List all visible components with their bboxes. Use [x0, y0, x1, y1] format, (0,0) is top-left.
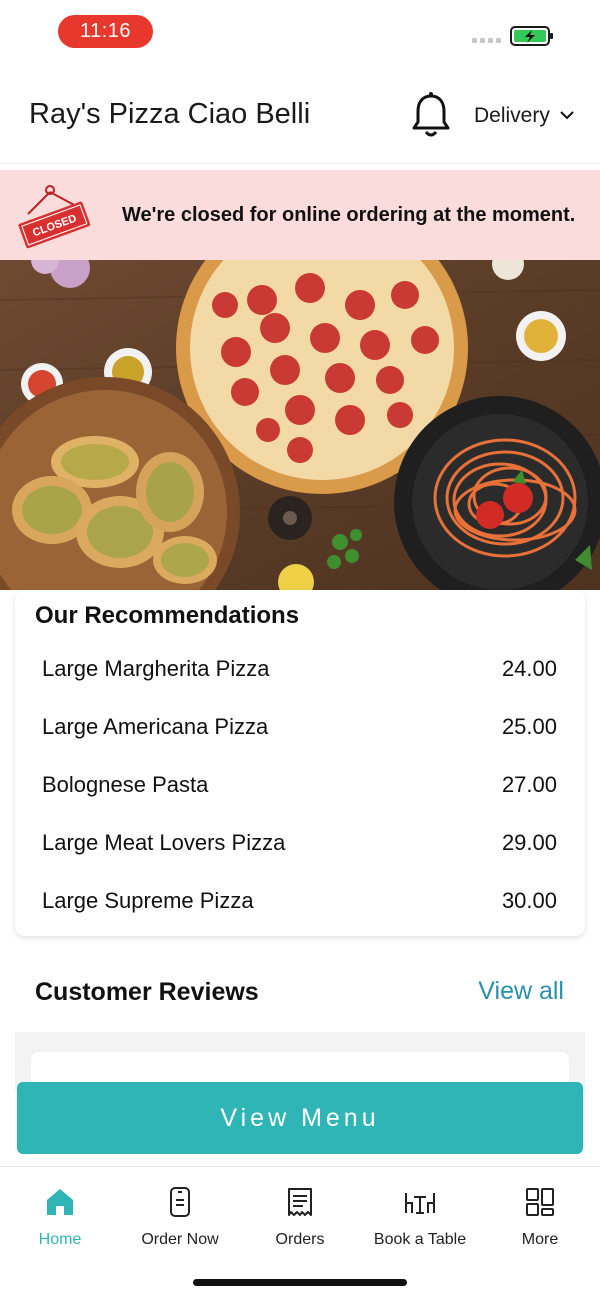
item-name: Large Meat Lovers Pizza: [42, 830, 286, 855]
item-name: Large Supreme Pizza: [42, 888, 254, 913]
tab-orders[interactable]: Orders: [240, 1185, 360, 1255]
tab-more[interactable]: More: [480, 1185, 600, 1255]
recommendations-title: Our Recommendations: [35, 602, 300, 629]
hero-food-image: [0, 260, 600, 590]
tab-order-now[interactable]: Order Now: [120, 1185, 240, 1255]
view-menu-button[interactable]: View Menu: [17, 1082, 583, 1154]
recommendation-item[interactable]: Large Meat Lovers Pizza 29.00: [15, 822, 585, 862]
closed-message: We're closed for online ordering at the …: [122, 204, 576, 226]
item-name: Large Americana Pizza: [42, 714, 269, 739]
closed-sign-icon: CLOSED: [18, 185, 91, 249]
view-all-reviews-link[interactable]: View all: [478, 977, 564, 1006]
tab-home[interactable]: Home: [0, 1185, 120, 1255]
reviews-title: Customer Reviews: [35, 978, 259, 1006]
recommendation-item[interactable]: Bolognese Pasta 27.00: [15, 764, 585, 804]
home-indicator: [193, 1279, 407, 1286]
item-price: 27.00: [501, 772, 557, 797]
tab-label: More: [521, 1231, 559, 1248]
receipt-icon: [288, 1188, 312, 1216]
item-name: Bolognese Pasta: [42, 772, 209, 797]
recommendation-item[interactable]: Large Margherita Pizza 24.00: [15, 648, 585, 688]
item-price: 25.00: [501, 714, 557, 739]
customer-reviews-card: Customer Reviews View all: [15, 952, 585, 1092]
table-chairs-icon: [405, 1193, 435, 1214]
status-bar: 11:16: [0, 0, 600, 64]
restaurant-title: Ray's Pizza Ciao Belli: [29, 98, 311, 130]
recommendation-item[interactable]: Large Americana Pizza 25.00: [15, 706, 585, 746]
battery-icon: [510, 26, 553, 46]
reviews-header: Customer Reviews View all: [15, 952, 585, 1032]
app-header: Ray's Pizza Ciao Belli Delivery: [0, 64, 600, 164]
chevron-down-icon[interactable]: [559, 108, 575, 122]
closed-banner: CLOSED We're closed for online ordering …: [0, 170, 600, 260]
recommendation-item[interactable]: Large Supreme Pizza 30.00: [15, 880, 585, 920]
tab-label: Home: [38, 1231, 82, 1248]
food-illustration: [0, 260, 600, 590]
item-price: 24.00: [501, 656, 557, 681]
tab-book-a-table[interactable]: Book a Table: [360, 1185, 480, 1255]
recommendations-card: Our Recommendations Large Margherita Piz…: [15, 590, 585, 936]
item-name: Large Margherita Pizza: [42, 656, 270, 681]
status-time: 11:16: [58, 15, 153, 48]
signal-icon: [472, 38, 501, 43]
item-price: 30.00: [501, 888, 557, 913]
order-phone-icon: [170, 1187, 190, 1217]
tab-label: Orders: [275, 1231, 325, 1248]
tab-label: Order Now: [141, 1231, 219, 1248]
grid-icon: [526, 1188, 554, 1216]
item-price: 29.00: [501, 830, 557, 855]
order-type-selector[interactable]: Delivery: [474, 104, 550, 128]
bell-icon[interactable]: [410, 90, 452, 140]
tab-label: Book a Table: [373, 1231, 467, 1248]
home-icon: [47, 1189, 73, 1215]
